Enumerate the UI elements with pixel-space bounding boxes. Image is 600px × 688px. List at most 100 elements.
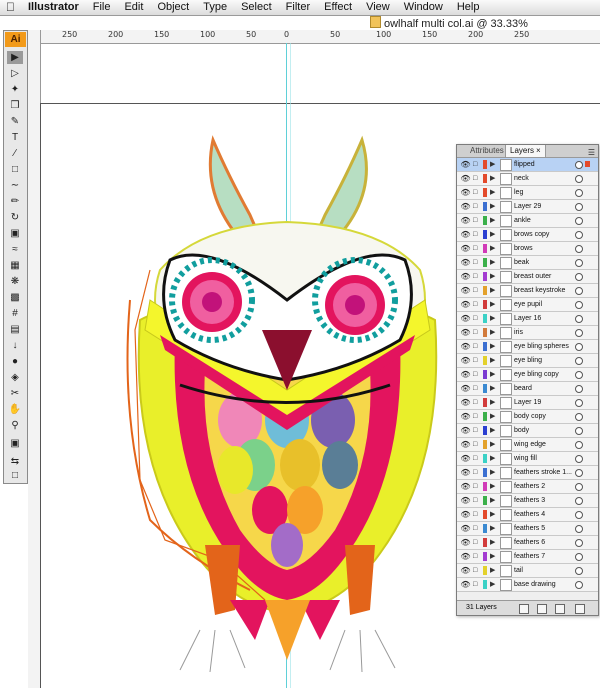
target-circle-icon[interactable] — [575, 427, 583, 435]
target-circle-icon[interactable] — [575, 497, 583, 505]
expand-triangle-icon[interactable]: ▶ — [490, 536, 496, 549]
lock-icon[interactable]: □ — [473, 384, 480, 393]
target-circle-icon[interactable] — [575, 539, 583, 547]
visibility-eye-icon[interactable]: 👁 — [460, 258, 471, 267]
visibility-eye-icon[interactable]: 👁 — [460, 370, 471, 379]
layer-row[interactable]: 👁 □ ▶ feathers 5 — [457, 522, 598, 536]
layer-name[interactable]: eye bling — [514, 354, 542, 367]
target-circle-icon[interactable] — [575, 553, 583, 561]
visibility-eye-icon[interactable]: 👁 — [460, 468, 471, 477]
blend-tool-icon[interactable]: ● — [7, 355, 23, 368]
lock-icon[interactable]: □ — [473, 426, 480, 435]
target-circle-icon[interactable] — [575, 399, 583, 407]
expand-triangle-icon[interactable]: ▶ — [490, 172, 496, 185]
lock-icon[interactable]: □ — [473, 566, 480, 575]
lock-icon[interactable]: □ — [473, 496, 480, 505]
layer-row[interactable]: 👁 □ ▶ feathers stroke 1... — [457, 466, 598, 480]
free-transform-icon[interactable]: ▦ — [7, 259, 23, 272]
new-sublayer-icon[interactable] — [537, 604, 547, 614]
layer-name[interactable]: feathers stroke 1... — [514, 466, 572, 479]
expand-triangle-icon[interactable]: ▶ — [490, 284, 496, 297]
expand-triangle-icon[interactable]: ▶ — [490, 326, 496, 339]
expand-triangle-icon[interactable]: ▶ — [490, 438, 496, 451]
layer-name[interactable]: ankle — [514, 214, 531, 227]
visibility-eye-icon[interactable]: 👁 — [460, 552, 471, 561]
warp-tool-icon[interactable]: ≈ — [7, 243, 23, 256]
layer-row[interactable]: 👁 □ ▶ breast outer — [457, 270, 598, 284]
magic-wand-icon[interactable]: ✦ — [7, 83, 23, 96]
layer-row[interactable]: 👁 □ ▶ feathers 3 — [457, 494, 598, 508]
expand-triangle-icon[interactable]: ▶ — [490, 508, 496, 521]
layer-name[interactable]: beard — [514, 382, 532, 395]
layer-row[interactable]: 👁 □ ▶ brows — [457, 242, 598, 256]
layer-name[interactable]: eye bling copy — [514, 368, 559, 381]
visibility-eye-icon[interactable]: 👁 — [460, 482, 471, 491]
visibility-eye-icon[interactable]: 👁 — [460, 412, 471, 421]
swap-colors-icon[interactable]: ⇆ — [7, 455, 23, 468]
layer-name[interactable]: tail — [514, 564, 523, 577]
layer-row[interactable]: 👁 □ ▶ body — [457, 424, 598, 438]
layer-name[interactable]: feathers 7 — [514, 550, 545, 563]
expand-triangle-icon[interactable]: ▶ — [490, 522, 496, 535]
pen-tool-icon[interactable]: ✎ — [7, 115, 23, 128]
target-circle-icon[interactable] — [575, 315, 583, 323]
visibility-eye-icon[interactable]: 👁 — [460, 160, 471, 169]
expand-triangle-icon[interactable]: ▶ — [490, 494, 496, 507]
lock-icon[interactable]: □ — [473, 286, 480, 295]
target-circle-icon[interactable] — [575, 189, 583, 197]
layer-row[interactable]: 👁 □ ▶ eye bling — [457, 354, 598, 368]
target-circle-icon[interactable] — [575, 441, 583, 449]
paintbrush-icon[interactable]: ∼ — [7, 179, 23, 192]
lock-icon[interactable]: □ — [473, 524, 480, 533]
type-tool-icon[interactable]: T — [7, 131, 23, 144]
layer-name[interactable]: feathers 2 — [514, 480, 545, 493]
lock-icon[interactable]: □ — [473, 342, 480, 351]
visibility-eye-icon[interactable]: 👁 — [460, 202, 471, 211]
layer-name[interactable]: feathers 5 — [514, 522, 545, 535]
visibility-eye-icon[interactable]: 👁 — [460, 384, 471, 393]
lock-icon[interactable]: □ — [473, 160, 480, 169]
lock-icon[interactable]: □ — [473, 272, 480, 281]
layer-row[interactable]: 👁 □ ▶ feathers 2 — [457, 480, 598, 494]
lock-icon[interactable]: □ — [473, 398, 480, 407]
layer-name[interactable]: neck — [514, 172, 529, 185]
expand-triangle-icon[interactable]: ▶ — [490, 452, 496, 465]
layer-name[interactable]: feathers 3 — [514, 494, 545, 507]
expand-triangle-icon[interactable]: ▶ — [490, 396, 496, 409]
layer-row[interactable]: 👁 □ ▶ leg — [457, 186, 598, 200]
layer-name[interactable]: feathers 4 — [514, 508, 545, 521]
target-circle-icon[interactable] — [575, 273, 583, 281]
target-circle-icon[interactable] — [575, 203, 583, 211]
target-circle-icon[interactable] — [575, 217, 583, 225]
layer-name[interactable]: body — [514, 424, 529, 437]
expand-triangle-icon[interactable]: ▶ — [490, 382, 496, 395]
expand-triangle-icon[interactable]: ▶ — [490, 578, 496, 591]
expand-triangle-icon[interactable]: ▶ — [490, 298, 496, 311]
expand-triangle-icon[interactable]: ▶ — [490, 466, 496, 479]
visibility-eye-icon[interactable]: 👁 — [460, 426, 471, 435]
target-circle-icon[interactable] — [575, 525, 583, 533]
direct-selection-tool-icon[interactable]: ▷ — [7, 67, 23, 80]
line-tool-icon[interactable]: ∕ — [7, 147, 23, 160]
expand-triangle-icon[interactable]: ▶ — [490, 270, 496, 283]
lock-icon[interactable]: □ — [473, 230, 480, 239]
lock-icon[interactable]: □ — [473, 216, 480, 225]
layer-name[interactable]: Layer 29 — [514, 200, 541, 213]
visibility-eye-icon[interactable]: 👁 — [460, 300, 471, 309]
target-circle-icon[interactable] — [575, 301, 583, 309]
lock-icon[interactable]: □ — [473, 328, 480, 337]
layer-row[interactable]: 👁 □ ▶ beak — [457, 256, 598, 270]
layer-name[interactable]: eye pupil — [514, 298, 542, 311]
target-circle-icon[interactable] — [575, 357, 583, 365]
visibility-eye-icon[interactable]: 👁 — [460, 342, 471, 351]
expand-triangle-icon[interactable]: ▶ — [490, 214, 496, 227]
lock-icon[interactable]: □ — [473, 510, 480, 519]
new-layer-icon[interactable] — [555, 604, 565, 614]
pencil-icon[interactable]: ✏ — [7, 195, 23, 208]
target-circle-icon[interactable] — [575, 161, 583, 169]
rectangle-tool-icon[interactable]: □ — [7, 163, 23, 176]
visibility-eye-icon[interactable]: 👁 — [460, 524, 471, 533]
layer-row[interactable]: 👁 □ ▶ neck — [457, 172, 598, 186]
layer-row[interactable]: 👁 □ ▶ beard — [457, 382, 598, 396]
expand-triangle-icon[interactable]: ▶ — [490, 564, 496, 577]
